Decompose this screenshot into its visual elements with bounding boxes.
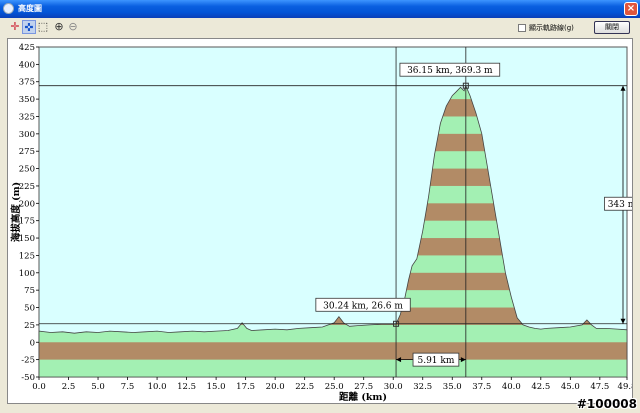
window-close-button[interactable]: × — [624, 2, 638, 16]
x-tick-label: 5.0 — [91, 382, 105, 392]
x-tick-label: 37.5 — [472, 382, 491, 392]
app-icon — [3, 3, 14, 14]
y-tick-label: 300 — [19, 130, 35, 140]
y-tick-label: 0 — [30, 338, 35, 348]
low-point-label: 30.24 km, 26.6 m — [323, 301, 403, 311]
y-tick-label: 25 — [24, 321, 35, 331]
x-tick-label: 42.5 — [531, 382, 550, 392]
peak-label: 36.15 km, 369.3 m — [407, 66, 493, 76]
x-tick-label: 2.5 — [62, 382, 76, 392]
x-tick-label: 40.0 — [502, 382, 521, 392]
zoom-in-icon[interactable]: ⊕ — [52, 20, 66, 34]
title-bar: 高度圖 × — [0, 0, 640, 18]
x-tick-label: 22.5 — [295, 382, 314, 392]
y-axis-label: 海拔高度 (m) — [10, 182, 22, 242]
y-tick-label: 50 — [24, 304, 35, 314]
x-axis-label: 距離 (km) — [339, 391, 387, 403]
x-tick-label: 10.0 — [148, 382, 167, 392]
y-tick-label: 250 — [19, 165, 35, 175]
x-tick-label: 49.8 — [618, 382, 632, 392]
x-tick-label: 27.5 — [354, 382, 373, 392]
y-tick-label: 75 — [24, 286, 35, 296]
y-tick-label: -25 — [21, 356, 35, 366]
y-tick-label: 375 — [19, 78, 35, 88]
y-tick-label: 400 — [19, 60, 35, 70]
elevation-chart-svg[interactable]: -50-250255075100125150175200225250275300… — [8, 39, 640, 403]
zoom-out-icon[interactable]: ⊖ — [66, 20, 80, 34]
x-tick-label: 17.5 — [236, 382, 255, 392]
x-tick-label: 30.0 — [384, 382, 403, 392]
distance-label: 5.91 km — [417, 356, 454, 366]
watermark: #100008 — [576, 397, 637, 411]
y-tick-label: 350 — [19, 95, 35, 105]
crosshair-icon[interactable]: ✛ — [8, 20, 22, 34]
elevation-chart[interactable]: -50 -25 0 25 50 75 100 125 150 175 200 225 250 275 300… — [7, 38, 640, 404]
x-tick-label: 15.0 — [207, 382, 226, 392]
pan-crosshair-icon[interactable]: ✜ — [22, 20, 36, 34]
x-tick-label: 0.0 — [32, 382, 46, 392]
x-tick-label: 45.0 — [561, 382, 580, 392]
x-tick-label: 32.5 — [413, 382, 432, 392]
y-tick-label: 425 — [19, 43, 35, 53]
x-tick-label: 25.0 — [325, 382, 344, 392]
show-track-checkbox[interactable] — [518, 24, 526, 32]
y-tick-label: 275 — [19, 147, 35, 157]
x-tick-label: 20.0 — [266, 382, 285, 392]
x-tick-label: 35.0 — [443, 382, 462, 392]
y-tick-label: 325 — [19, 112, 35, 122]
zoom-box-icon[interactable]: ⬚ — [36, 20, 50, 34]
x-tick-label: 12.5 — [177, 382, 196, 392]
x-tick-label: 47.5 — [590, 382, 609, 392]
show-track-label: 顯示軌跡線(g) — [529, 24, 574, 32]
close-button[interactable]: 關閉 — [594, 21, 630, 34]
y-tick-label: 100 — [19, 269, 35, 279]
window-title: 高度圖 — [18, 4, 42, 13]
x-tick-label: 7.5 — [121, 382, 135, 392]
y-tick-label: 125 — [19, 251, 35, 261]
height-difference-label: 343 m — [608, 200, 632, 210]
